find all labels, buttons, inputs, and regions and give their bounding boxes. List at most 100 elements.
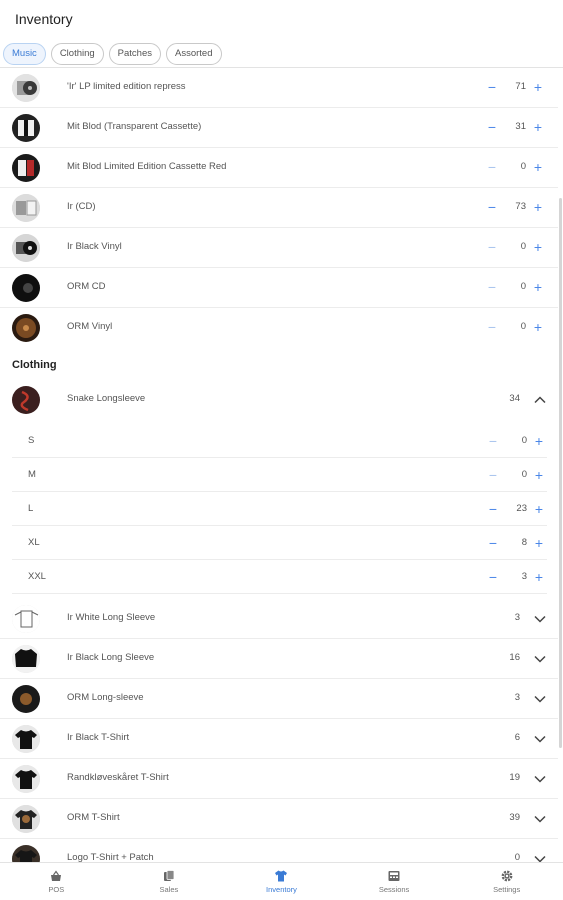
inventory-row: Mit Blod (Transparent Cassette) − 31 + (0, 108, 558, 148)
increment-button[interactable]: + (531, 498, 547, 520)
decrement-button[interactable]: − (485, 464, 501, 486)
product-thumbnail (12, 194, 40, 222)
increment-button[interactable]: + (530, 76, 546, 98)
decrement-button[interactable]: − (484, 316, 500, 338)
quantity-value: 8 (521, 537, 527, 548)
product-thumbnail (12, 765, 40, 793)
product-name: ORM CD (67, 281, 106, 292)
section-heading-clothing: Clothing (12, 359, 57, 371)
filter-chip-assorted[interactable]: Assorted (166, 43, 222, 65)
increment-button[interactable]: + (530, 276, 546, 298)
increment-button[interactable]: + (530, 156, 546, 178)
decrement-button[interactable]: − (484, 156, 500, 178)
quantity-value: 0 (520, 161, 526, 172)
nav-inventory[interactable]: Inventory (225, 863, 338, 900)
decrement-button[interactable]: − (484, 196, 500, 218)
expandable-product-row[interactable]: Ir Black T-Shirt 6 (0, 719, 558, 759)
increment-button[interactable]: + (530, 116, 546, 138)
increment-button[interactable]: + (531, 430, 547, 452)
product-name: Ir Black Long Sleeve (67, 652, 155, 663)
filter-chip-patches[interactable]: Patches (108, 43, 161, 65)
quantity-value: 3 (521, 571, 527, 582)
expandable-product-row[interactable]: Randkløveskåret T-Shirt 19 (0, 759, 558, 799)
product-name: Logo T-Shirt + Patch (67, 852, 154, 862)
expandable-product-row[interactable]: Ir Black Long Sleeve 16 (0, 639, 558, 679)
nav-settings[interactable]: Settings (450, 863, 563, 900)
filter-chip-clothing[interactable]: Clothing (50, 43, 104, 65)
expandable-product-row[interactable]: ORM Long-sleeve 3 (0, 679, 558, 719)
decrement-button[interactable]: − (485, 498, 501, 520)
product-thumbnail (12, 845, 40, 862)
chevron-down-icon[interactable] (532, 691, 548, 707)
decrement-button[interactable]: − (484, 76, 500, 98)
product-name: Mit Blod (Transparent Cassette) (67, 121, 202, 132)
product-thumbnail (12, 685, 40, 713)
quantity-value: 0 (521, 435, 527, 446)
product-name: Mit Blod Limited Edition Cassette Red (67, 161, 227, 172)
inventory-row: 'Ir' LP limited edition repress − 71 + (0, 68, 558, 108)
chevron-down-icon[interactable] (532, 771, 548, 787)
increment-button[interactable]: + (531, 566, 547, 588)
decrement-button[interactable]: − (484, 116, 500, 138)
quantity-value: 71 (515, 81, 526, 92)
decrement-button[interactable]: − (485, 532, 501, 554)
product-thumbnail (12, 386, 40, 414)
increment-button[interactable]: + (530, 316, 546, 338)
gear-icon (500, 869, 514, 883)
product-thumbnail (12, 645, 40, 673)
quantity-value: 0 (521, 469, 527, 480)
size-label: L (28, 503, 34, 514)
expandable-product-row[interactable]: Snake Longsleeve 34 (0, 380, 558, 420)
product-thumbnail (12, 274, 40, 302)
nav-label: POS (48, 885, 65, 894)
nav-sessions[interactable]: Sessions (338, 863, 451, 900)
quantity-value: 73 (515, 201, 526, 212)
expandable-product-row[interactable]: Ir White Long Sleeve 3 (0, 599, 558, 639)
bottom-navigation: POS Sales Inventory Sessions Settings (0, 862, 563, 900)
increment-button[interactable]: + (531, 464, 547, 486)
nav-sales[interactable]: Sales (113, 863, 226, 900)
increment-button[interactable]: + (531, 532, 547, 554)
quantity-total: 0 (514, 852, 520, 862)
product-thumbnail (12, 605, 40, 633)
quantity-value: 0 (520, 241, 526, 252)
expandable-product-row[interactable]: ORM T-Shirt 39 (0, 799, 558, 839)
decrement-button[interactable]: − (484, 236, 500, 258)
filter-chip-music[interactable]: Music (3, 43, 46, 65)
decrement-button[interactable]: − (484, 276, 500, 298)
quantity-total: 34 (509, 393, 520, 404)
product-name: Randkløveskåret T-Shirt (67, 772, 169, 783)
chevron-down-icon[interactable] (532, 851, 548, 862)
chevron-down-icon[interactable] (532, 611, 548, 627)
nav-label: Inventory (266, 885, 297, 894)
product-name: ORM Vinyl (67, 321, 113, 332)
decrement-button[interactable]: − (485, 566, 501, 588)
nav-label: Settings (493, 885, 521, 894)
register-icon (387, 869, 401, 883)
list-scrollbar[interactable] (559, 198, 562, 748)
product-name: Snake Longsleeve (67, 393, 146, 404)
product-thumbnail (12, 725, 40, 753)
quantity-value: 0 (520, 281, 526, 292)
decrement-button[interactable]: − (485, 430, 501, 452)
size-row: S − 0 + (12, 424, 547, 458)
product-thumbnail (12, 314, 40, 342)
increment-button[interactable]: + (530, 196, 546, 218)
nav-label: Sales (159, 885, 179, 894)
size-row: XL − 8 + (12, 526, 547, 560)
size-row: L − 23 + (12, 492, 547, 526)
increment-button[interactable]: + (530, 236, 546, 258)
chevron-up-icon[interactable] (532, 392, 548, 408)
product-thumbnail (12, 154, 40, 182)
chevron-down-icon[interactable] (532, 651, 548, 667)
inventory-list[interactable]: 'Ir' LP limited edition repress − 71 + M… (0, 68, 563, 862)
chevron-down-icon[interactable] (532, 811, 548, 827)
chevron-down-icon[interactable] (532, 731, 548, 747)
basket-icon (49, 869, 63, 883)
product-thumbnail (12, 74, 40, 102)
quantity-total: 39 (509, 812, 520, 823)
product-thumbnail (12, 114, 40, 142)
expandable-product-row[interactable]: Logo T-Shirt + Patch 0 (0, 839, 558, 862)
nav-pos[interactable]: POS (0, 863, 113, 900)
size-label: S (28, 435, 35, 446)
